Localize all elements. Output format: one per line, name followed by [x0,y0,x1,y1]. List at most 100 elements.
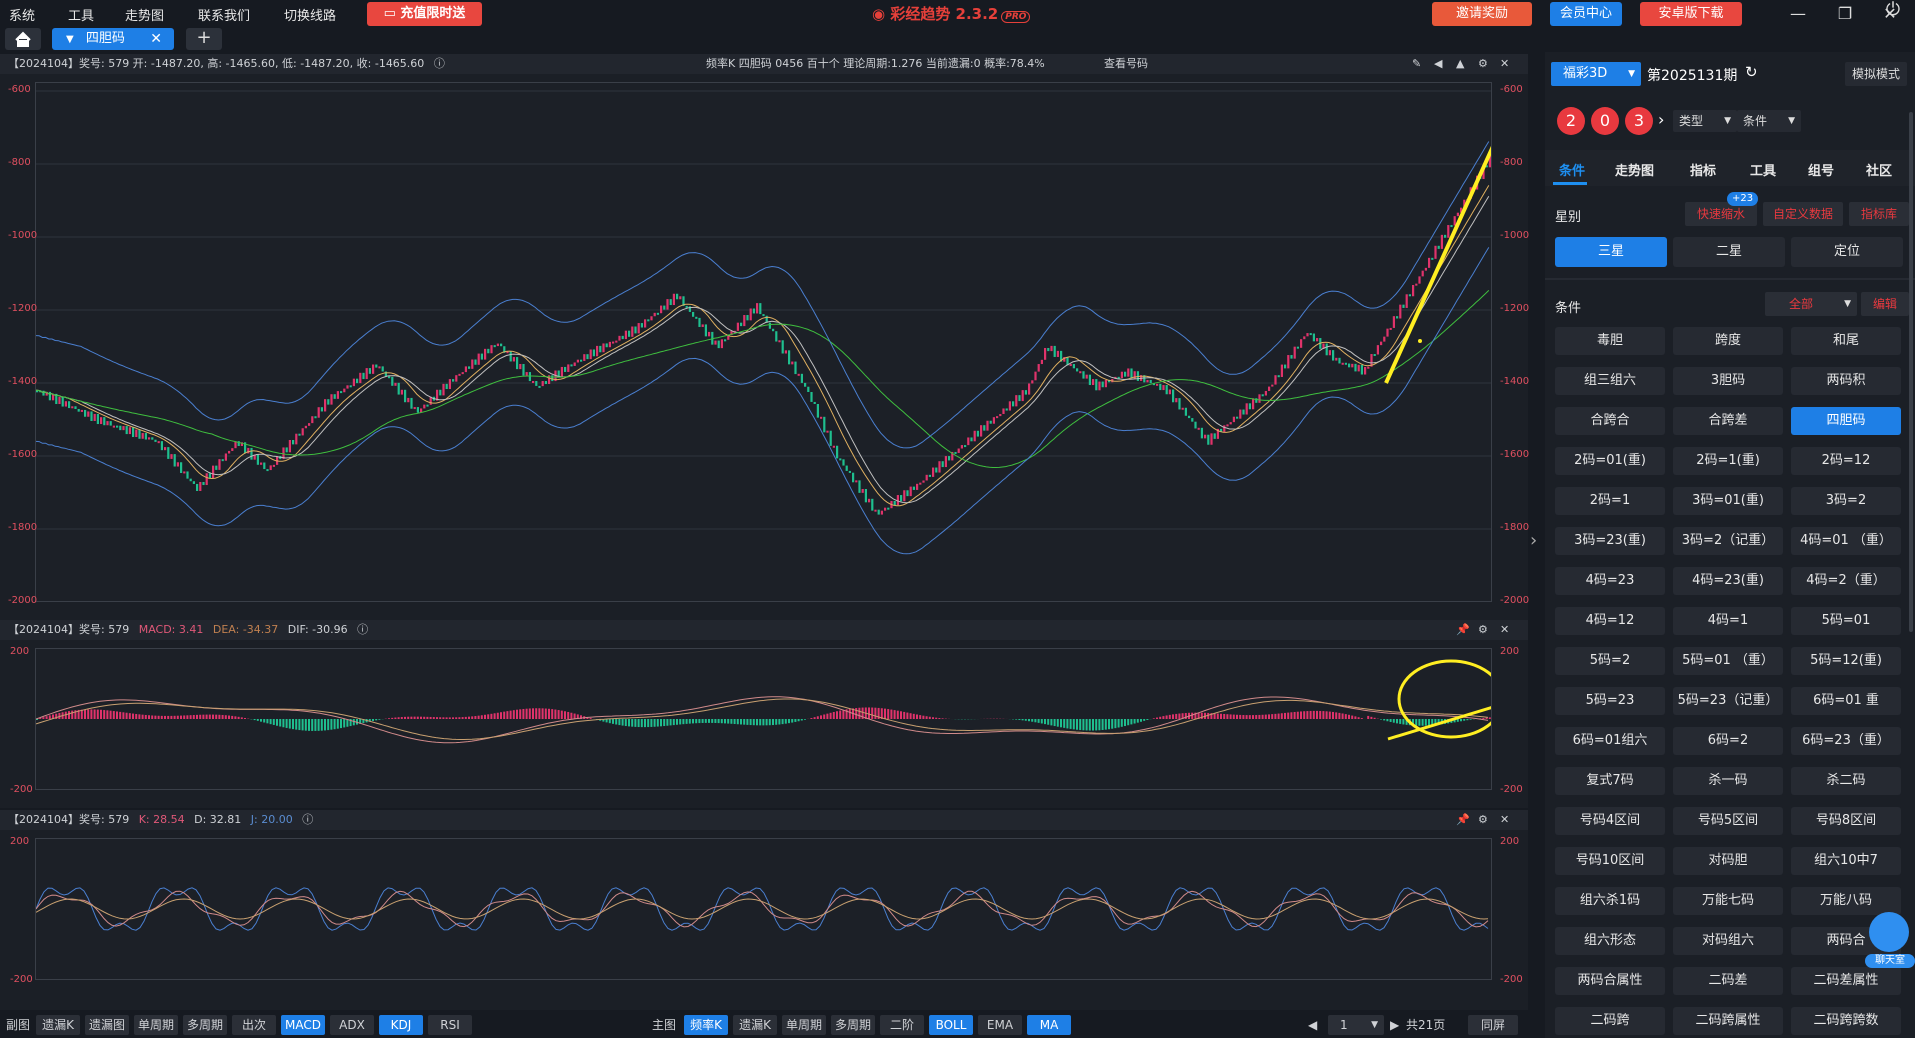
up-icon[interactable]: ▲ [1456,54,1464,74]
star-two-button[interactable]: 二星 [1673,237,1785,267]
condition-btn-13[interactable]: 3码=01(重) [1673,487,1783,515]
condition-btn-15[interactable]: 3码=23(重) [1555,527,1665,555]
main-chart-btn-7[interactable]: MA [1027,1015,1071,1035]
condition-btn-0[interactable]: 毒胆 [1555,327,1665,355]
condition-btn-11[interactable]: 2码=12 [1791,447,1901,475]
settings-icon[interactable]: ⚙ [1478,54,1488,74]
sub-chart-btn-6[interactable]: ADX [330,1015,374,1035]
kdj-close-icon[interactable]: ✕ [1500,810,1509,830]
view-numbers-link[interactable]: 查看号码 [1104,54,1148,74]
condition-btn-48[interactable]: 两码合属性 [1555,967,1665,995]
restore-icon[interactable]: ❐ [1832,4,1858,24]
edit-button[interactable]: 编辑 [1861,292,1909,316]
condition-btn-7[interactable]: 合跨差 [1673,407,1783,435]
sub-chart-btn-1[interactable]: 遗漏图 [85,1015,129,1035]
kdj-settings-icon[interactable]: ⚙ [1478,810,1488,830]
sub-chart-btn-8[interactable]: RSI [428,1015,472,1035]
indicator-library-button[interactable]: 指标库 [1849,202,1909,226]
condition-btn-19[interactable]: 4码=23(重) [1673,567,1783,595]
sub-chart-btn-7[interactable]: KDJ [379,1015,423,1035]
main-chart-btn-1[interactable]: 遗漏K [733,1015,777,1035]
next-page-icon[interactable]: ▶ [1390,1015,1399,1035]
close-panel-icon[interactable]: ✕ [1500,54,1509,74]
tab-close-icon[interactable]: ✕ [150,28,162,50]
condition-btn-33[interactable]: 复式7码 [1555,767,1665,795]
promo-button[interactable]: ▭ 充值限时送 [367,2,482,26]
tab-four-dan[interactable]: ▼ 四胆码 ✕ [52,28,174,50]
member-center-button[interactable]: 会员中心 [1550,2,1622,26]
page-select[interactable]: 1 ▼ [1328,1015,1384,1035]
condition-btn-27[interactable]: 5码=23 [1555,687,1665,715]
main-chart-btn-6[interactable]: EMA [978,1015,1022,1035]
condition-btn-14[interactable]: 3码=2 [1791,487,1901,515]
condition-btn-10[interactable]: 2码=1(重) [1673,447,1783,475]
condition-btn-23[interactable]: 5码=01 [1791,607,1901,635]
condition-btn-4[interactable]: 3胆码 [1673,367,1783,395]
edit-icon[interactable]: ✎ [1412,54,1421,74]
add-tab-icon[interactable]: + [186,28,222,50]
condition-btn-39[interactable]: 号码10区间 [1555,847,1665,875]
pin-icon[interactable]: 📌 [1456,620,1470,640]
sub-chart-btn-2[interactable]: 单周期 [134,1015,178,1035]
lottery-select[interactable]: 福彩3D ▼ [1551,62,1641,86]
condition-btn-35[interactable]: 杀二码 [1791,767,1901,795]
power-icon[interactable]: ⏻ [1880,0,1906,20]
simulate-mode-button[interactable]: 模拟模式 [1845,62,1907,86]
right-scrollbar[interactable] [1909,112,1913,632]
condition-select[interactable]: 条件 ▼ [1737,110,1801,132]
condition-btn-40[interactable]: 对码胆 [1673,847,1783,875]
condition-btn-31[interactable]: 6码=2 [1673,727,1783,755]
main-chart-btn-4[interactable]: 二阶 [880,1015,924,1035]
sub-chart-btn-3[interactable]: 多周期 [183,1015,227,1035]
star-three-button[interactable]: 三星 [1555,237,1667,267]
chat-bubble-icon[interactable] [1869,912,1909,952]
custom-data-button[interactable]: 自定义数据 [1763,202,1843,226]
kdj-help-icon[interactable]: ⓘ [302,813,313,826]
tab-conditions[interactable]: 条件 [1559,160,1585,179]
main-chart-btn-5[interactable]: BOLL [929,1015,973,1035]
condition-btn-49[interactable]: 二码差 [1673,967,1783,995]
condition-btn-51[interactable]: 二码跨 [1555,1007,1665,1035]
condition-btn-42[interactable]: 组六杀1码 [1555,887,1665,915]
collapse-arrow-icon[interactable]: › [1530,530,1537,551]
tab-indicators[interactable]: 指标 [1690,160,1716,179]
condition-btn-1[interactable]: 跨度 [1673,327,1783,355]
tab-trend[interactable]: 走势图 [1615,160,1654,179]
condition-btn-12[interactable]: 2码=1 [1555,487,1665,515]
star-position-button[interactable]: 定位 [1791,237,1903,267]
menu-tools[interactable]: 工具 [68,5,94,24]
same-screen-button[interactable]: 同屏 [1468,1015,1518,1035]
condition-btn-50[interactable]: 二码差属性 [1791,967,1901,995]
condition-btn-45[interactable]: 组六形态 [1555,927,1665,955]
main-chart-btn-3[interactable]: 多周期 [831,1015,875,1035]
condition-btn-38[interactable]: 号码8区间 [1791,807,1901,835]
condition-btn-46[interactable]: 对码组六 [1673,927,1783,955]
home-tab[interactable] [5,28,41,50]
condition-btn-36[interactable]: 号码4区间 [1555,807,1665,835]
condition-btn-8[interactable]: 四胆码 [1791,407,1901,435]
kdj-pin-icon[interactable]: 📌 [1456,810,1470,830]
condition-btn-43[interactable]: 万能七码 [1673,887,1783,915]
android-download-button[interactable]: 安卓版下载 [1640,2,1742,26]
main-chart-btn-0[interactable]: 频率K [684,1015,728,1035]
type-select[interactable]: 类型 ▼ [1673,110,1737,132]
condition-btn-2[interactable]: 和尾 [1791,327,1901,355]
macd-settings-icon[interactable]: ⚙ [1478,620,1488,640]
chat-room-label[interactable]: 聊天室 [1865,954,1915,968]
condition-btn-9[interactable]: 2码=01(重) [1555,447,1665,475]
condition-btn-26[interactable]: 5码=12(重) [1791,647,1901,675]
back-icon[interactable]: ◀ [1434,54,1442,74]
condition-btn-52[interactable]: 二码跨属性 [1673,1007,1783,1035]
tab-group[interactable]: 组号 [1808,160,1834,179]
condition-btn-20[interactable]: 4码=2（重） [1791,567,1901,595]
main-chart-btn-2[interactable]: 单周期 [782,1015,826,1035]
help-icon[interactable]: ⓘ [434,57,445,70]
menu-trend[interactable]: 走势图 [125,5,164,24]
next-arrow-icon[interactable]: › [1658,110,1664,129]
minimize-icon[interactable]: — [1785,4,1811,24]
condition-btn-25[interactable]: 5码=01 （重） [1673,647,1783,675]
condition-btn-6[interactable]: 合跨合 [1555,407,1665,435]
all-select[interactable]: 全部 ▼ [1765,292,1857,316]
invite-button[interactable]: 邀请奖励 [1432,2,1532,26]
condition-btn-41[interactable]: 组六10中7 [1791,847,1901,875]
